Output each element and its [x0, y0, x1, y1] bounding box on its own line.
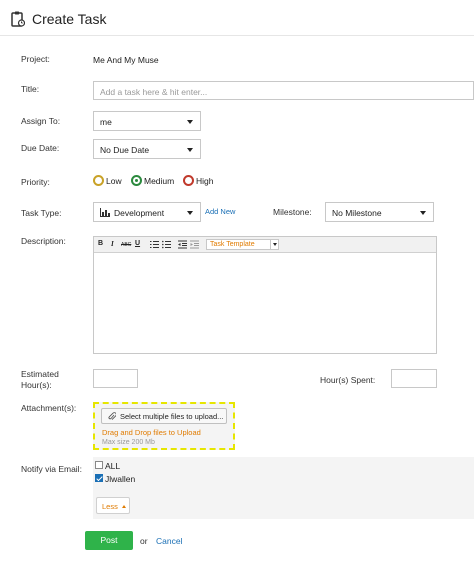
cancel-link[interactable]: Cancel	[156, 536, 182, 546]
bar-chart-icon	[100, 208, 110, 217]
task-template-select[interactable]: Task Template	[206, 239, 279, 250]
due-date-select[interactable]: No Due Date	[93, 139, 201, 159]
task-clipboard-icon	[11, 11, 25, 27]
assign-to-select[interactable]: me	[93, 111, 201, 131]
numbered-list-icon[interactable]	[150, 240, 159, 249]
description-editor[interactable]: B I ABC U Task Template	[93, 236, 437, 354]
title-label: Title:	[21, 84, 40, 94]
radio-circle-icon	[93, 175, 104, 186]
priority-label: Priority:	[21, 177, 50, 187]
radio-circle-icon	[183, 175, 194, 186]
or-text: or	[140, 536, 148, 546]
outdent-icon[interactable]	[178, 240, 187, 249]
estimated-hours-label-line2: Hour(s):	[21, 380, 52, 390]
max-size-text: Max size 200 Mb	[102, 439, 155, 446]
notify-all-checkbox[interactable]	[95, 461, 103, 469]
radio-selected-icon	[131, 175, 142, 186]
chevron-up-icon	[122, 505, 126, 508]
file-dropzone[interactable]: Select multiple files to upload... Drag …	[93, 402, 235, 450]
bullet-list-icon[interactable]	[162, 240, 171, 249]
priority-high-radio[interactable]: High	[183, 175, 213, 186]
task-type-label: Task Type:	[21, 208, 62, 218]
priority-low-label: Low	[106, 175, 122, 186]
milestone-value: No Milestone	[332, 208, 382, 218]
attachments-label: Attachment(s):	[21, 403, 77, 413]
task-type-value: Development	[114, 208, 165, 218]
milestone-select[interactable]: No Milestone	[325, 202, 434, 222]
chevron-down-icon	[270, 240, 278, 249]
priority-medium-radio[interactable]: Medium	[131, 175, 174, 186]
page-title: Create Task	[32, 11, 107, 27]
title-placeholder: Add a task here & hit enter...	[100, 87, 208, 97]
indent-icon[interactable]	[190, 240, 199, 249]
project-value: Me And My Muse	[93, 55, 159, 65]
assign-to-value: me	[100, 117, 112, 127]
bold-button[interactable]: B	[98, 240, 103, 247]
milestone-label: Milestone:	[273, 207, 312, 217]
estimated-hours-label-line1: Estimated	[21, 369, 59, 379]
description-label: Description:	[21, 236, 66, 246]
hours-spent-input[interactable]	[391, 369, 437, 388]
select-files-button[interactable]: Select multiple files to upload...	[101, 408, 227, 424]
due-date-label: Due Date:	[21, 143, 60, 153]
post-button[interactable]: Post	[85, 531, 133, 550]
paperclip-icon	[108, 412, 116, 420]
less-button[interactable]: Less	[96, 497, 130, 514]
estimated-hours-input[interactable]	[93, 369, 138, 388]
chevron-down-icon	[420, 211, 426, 215]
notify-jlwallen-label: Jlwallen	[105, 474, 136, 484]
page-header: Create Task	[0, 0, 474, 36]
notify-all-label: ALL	[105, 461, 121, 471]
project-label: Project:	[21, 54, 50, 64]
italic-button[interactable]: I	[111, 240, 114, 248]
drag-drop-text: Drag and Drop files to Upload	[102, 428, 201, 437]
title-input[interactable]: Add a task here & hit enter...	[93, 81, 474, 100]
chevron-down-icon	[187, 148, 193, 152]
chevron-down-icon	[187, 211, 193, 215]
add-new-link[interactable]: Add New	[205, 207, 235, 216]
priority-high-label: High	[196, 175, 214, 186]
task-type-select[interactable]: Development	[93, 202, 201, 222]
select-files-label: Select multiple files to upload...	[120, 412, 224, 421]
notify-label: Notify via Email:	[21, 464, 82, 474]
task-template-label: Task Template	[210, 241, 255, 248]
priority-low-radio[interactable]: Low	[93, 175, 122, 186]
assign-to-label: Assign To:	[21, 116, 61, 126]
hours-spent-label: Hour(s) Spent:	[320, 375, 376, 385]
strikethrough-button[interactable]: ABC	[121, 242, 131, 248]
editor-toolbar: B I ABC U Task Template	[94, 237, 436, 253]
notify-jlwallen-checkbox[interactable]	[95, 474, 103, 482]
chevron-down-icon	[187, 120, 193, 124]
notify-panel	[93, 457, 474, 519]
priority-medium-label: Medium	[144, 175, 175, 186]
underline-button[interactable]: U	[135, 240, 140, 247]
less-label: Less	[102, 502, 118, 511]
due-date-value: No Due Date	[100, 145, 150, 155]
